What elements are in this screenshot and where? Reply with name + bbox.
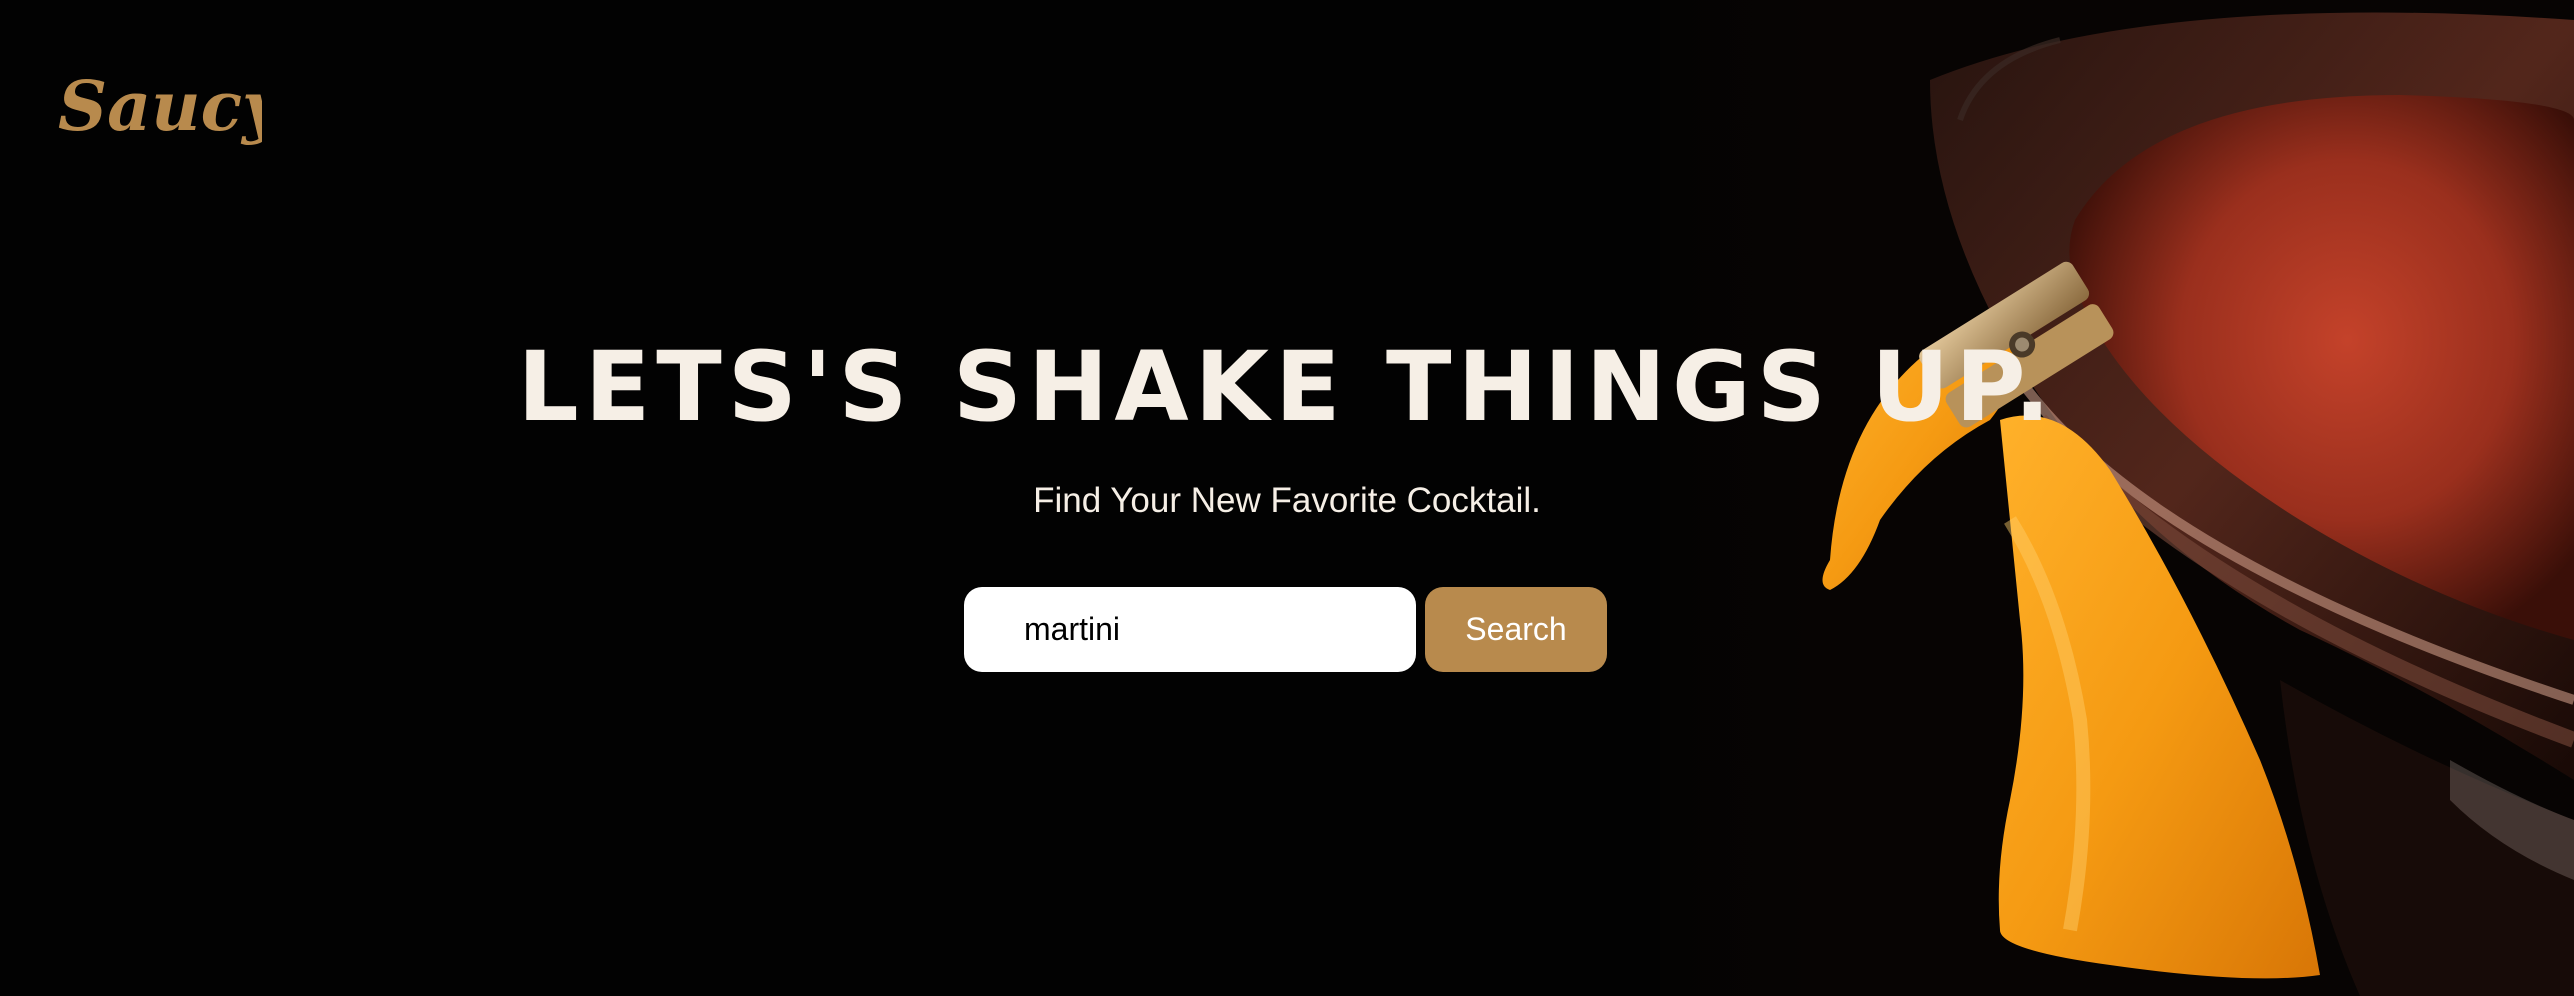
search-button[interactable]: Search	[1425, 587, 1607, 672]
hero-subtitle: Find Your New Favorite Cocktail.	[1033, 481, 1541, 520]
hero-section: LETS'S SHAKE THINGS UP. Find Your New Fa…	[0, 0, 2574, 996]
hero-headline: LETS'S SHAKE THINGS UP.	[517, 331, 2057, 443]
cocktail-search-input[interactable]	[964, 587, 1416, 672]
landing-page: Saucy LETS'S SHAKE THINGS UP. Find Your …	[0, 0, 2574, 996]
cocktail-search-form: Search	[964, 587, 1608, 672]
